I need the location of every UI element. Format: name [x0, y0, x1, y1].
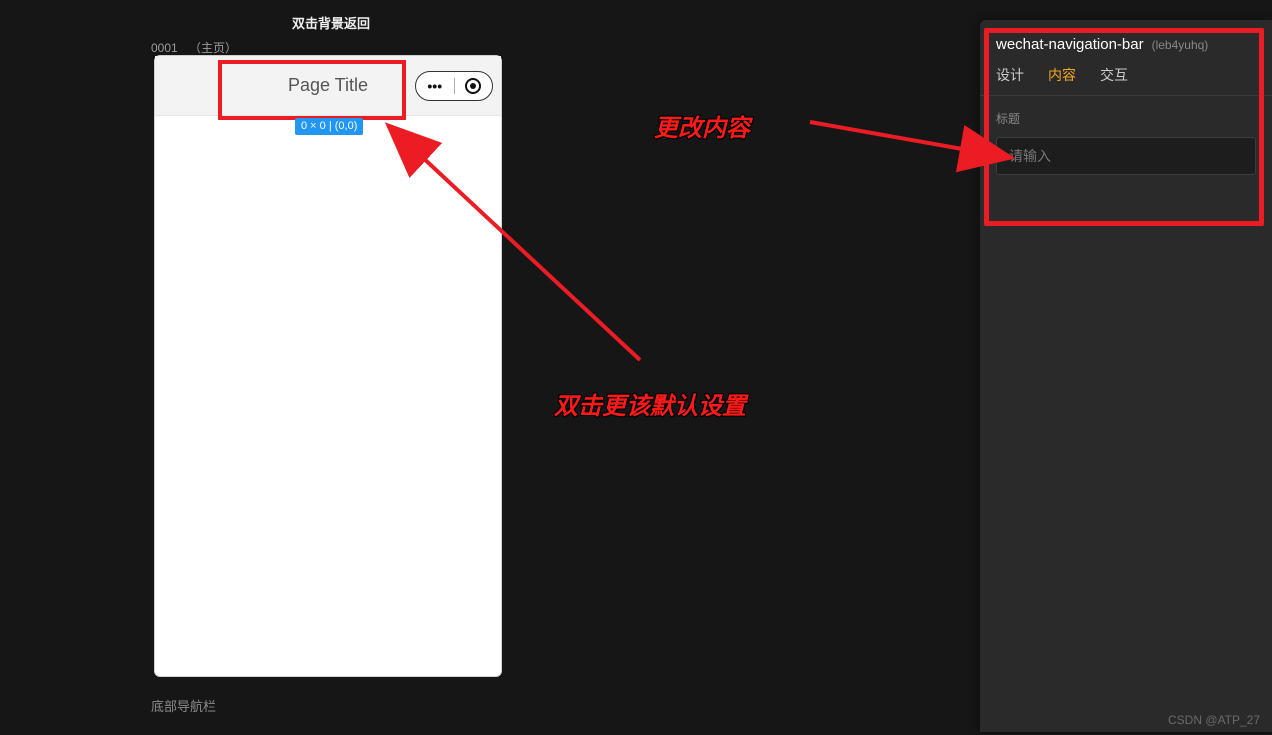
component-id: (leb4yuhq) — [1152, 38, 1209, 52]
tab-content[interactable]: 内容 — [1048, 65, 1076, 85]
page-meta: 0001 （主页） — [151, 39, 237, 56]
annotation-dblclick: 双击更该默认设置 — [554, 386, 746, 421]
selection-badge: 0 × 0 | (0,0) — [295, 118, 363, 135]
watermark: CSDN @ATP_27 — [1168, 713, 1260, 727]
close-icon[interactable] — [454, 78, 492, 94]
inspector-body: 标题 — [980, 95, 1272, 189]
field-label-title: 标题 — [996, 110, 1256, 127]
more-icon[interactable]: ••• — [416, 78, 454, 94]
bottom-nav-label: 底部导航栏 — [151, 696, 216, 715]
component-name: wechat-navigation-bar — [996, 36, 1144, 53]
inspector-panel: wechat-navigation-bar (leb4yuhq) 设计 内容 交… — [980, 20, 1272, 732]
title-input[interactable] — [996, 137, 1256, 175]
capsule-button[interactable]: ••• — [415, 71, 493, 101]
nav-title[interactable]: Page Title — [288, 75, 368, 96]
page-id: 0001 — [151, 41, 178, 55]
wechat-navigation-bar[interactable]: Page Title ••• — [155, 56, 501, 116]
annotation-change-content: 更改内容 — [654, 108, 750, 143]
inspector-tabs: 设计 内容 交互 — [980, 65, 1272, 95]
inspector-header: wechat-navigation-bar (leb4yuhq) — [980, 20, 1272, 65]
phone-preview[interactable]: Page Title ••• — [154, 55, 502, 677]
arrow-to-panel — [810, 122, 968, 150]
page-name: （主页） — [189, 41, 237, 55]
tab-design[interactable]: 设计 — [996, 65, 1024, 85]
top-hint: 双击背景返回 — [292, 13, 370, 32]
tab-interaction[interactable]: 交互 — [1100, 65, 1128, 85]
